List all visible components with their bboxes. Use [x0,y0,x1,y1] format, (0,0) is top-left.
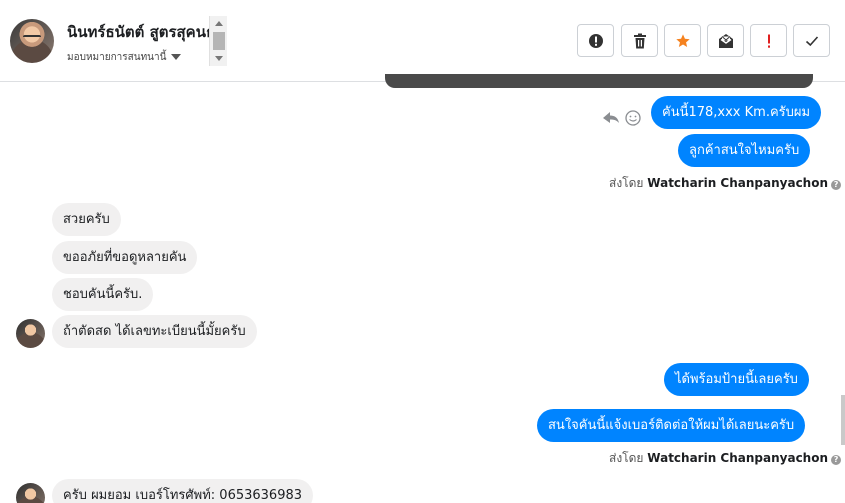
delete-button[interactable] [621,24,658,57]
exclamation-icon [767,34,770,48]
outgoing-message[interactable]: ได้พร้อมป้ายนี้เลยครับ [664,363,809,396]
incoming-message[interactable]: ครับ ผมยอม เบอร์โทรศัพท์: 0653636983 [52,479,314,503]
incoming-message[interactable]: ถ้าตัดสด ได้เลขทะเบียนนี้มั้ยครับ [52,315,257,348]
incoming-message[interactable]: สวยครับ [52,203,121,236]
contact-name[interactable]: นินทร์ธนัตต์ สูตรสุคนธ์ [67,20,215,44]
conversation-scrollbar[interactable] [841,395,845,445]
scroll-down-arrow-icon[interactable] [215,56,223,61]
scroll-up-arrow-icon[interactable] [215,21,223,26]
conversation-header: นินทร์ธนัตต์ สูตรสุคนธ์ มอบหมายการสนทนาน… [0,0,845,82]
trash-icon [633,33,646,48]
exclamation-circle-icon [588,33,603,48]
sent-by-prefix: ส่งโดย [609,451,644,465]
checkmark-icon [805,35,818,46]
mark-unread-button[interactable] [707,24,744,57]
follow-up-button[interactable] [750,24,787,57]
contact-avatar-small[interactable] [16,319,45,348]
emoji-reaction-icon[interactable] [625,110,641,126]
spam-button[interactable] [577,24,614,57]
outgoing-message[interactable]: ลูกค้าสนใจไหมครับ [678,134,811,167]
sent-by-prefix: ส่งโดย [609,176,644,190]
message-actions [602,109,642,127]
incoming-message[interactable]: ชอบคันนี้ครับ. [52,278,154,311]
sent-by-label: ส่งโดย Watcharin Chanpanyachon? [609,174,842,193]
sender-name: Watcharin Chanpanyachon [647,451,829,465]
caret-down-icon [171,54,182,60]
scroll-thumb[interactable] [213,32,225,50]
shared-image-preview[interactable] [385,74,813,88]
incoming-message[interactable]: ขออภัยที่ขอดูหลายคัน [52,241,198,274]
help-icon[interactable]: ? [831,455,842,465]
contact-avatar-small[interactable] [16,483,45,503]
outgoing-message[interactable]: สนใจคันนี้แจ้งเบอร์ติดต่อให้ผมได้เลยนะคร… [537,409,806,442]
contact-avatar[interactable] [10,19,54,63]
assign-conversation-dropdown[interactable]: มอบหมายการสนทนานี้ [67,50,182,65]
envelope-open-icon [718,33,733,48]
assign-label: มอบหมายการสนทนานี้ [67,52,167,63]
help-icon[interactable]: ? [831,180,842,190]
mark-done-button[interactable] [793,24,830,57]
star-button[interactable] [664,24,701,57]
outgoing-message[interactable]: คันนี้178,xxx Km.ครับผม [651,96,822,129]
reply-icon[interactable] [603,112,619,123]
sender-name: Watcharin Chanpanyachon [647,176,829,190]
header-scrollbar[interactable] [209,16,227,66]
star-icon [675,33,690,47]
sent-by-label: ส่งโดย Watcharin Chanpanyachon? [609,449,842,468]
